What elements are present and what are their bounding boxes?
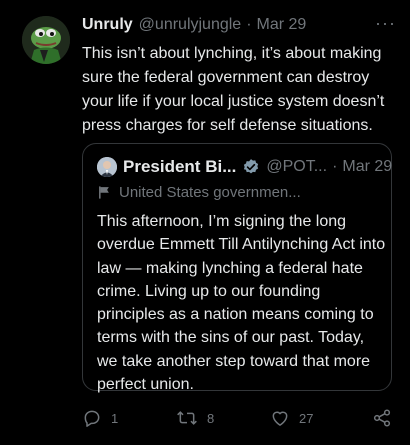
author-handle[interactable]: @unrulyjungle <box>139 16 242 34</box>
retweet-icon <box>177 411 197 425</box>
quoted-author-avatar <box>97 157 117 177</box>
flag-icon <box>99 185 109 199</box>
author-avatar[interactable] <box>22 16 70 64</box>
share-icon <box>373 409 391 427</box>
tweet-header: Unruly @unrulyjungle · Mar 29 ··· <box>82 14 396 36</box>
government-account-label: United States governmen... <box>97 182 381 202</box>
quoted-tweet-text: This afternoon, I’m signing the long ove… <box>97 213 386 394</box>
header-separator: · <box>246 16 252 33</box>
like-icon <box>272 411 288 426</box>
tweet-date[interactable]: Mar 29 <box>257 16 307 34</box>
portrait-icon <box>97 157 117 177</box>
like-count: 27 <box>299 410 314 426</box>
like-button[interactable]: 27 <box>270 406 313 430</box>
retweet-button[interactable]: 8 <box>176 406 214 430</box>
quoted-author-handle[interactable]: @POT... <box>266 158 327 176</box>
reply-count: 1 <box>111 410 119 426</box>
quoted-tweet-card[interactable]: President Bi... @POT... · Mar 29 United … <box>82 143 392 393</box>
reply-icon <box>84 410 100 427</box>
pepe-avatar-image <box>22 16 70 64</box>
author-name[interactable]: Unruly <box>82 16 133 34</box>
verified-badge-icon <box>242 158 260 176</box>
quoted-tweet-header: President Bi... @POT... · Mar 29 <box>97 155 392 179</box>
account-label-text: United States governmen... <box>119 183 301 201</box>
retweet-count: 8 <box>207 410 215 426</box>
share-button[interactable] <box>372 406 401 430</box>
quoted-header-separator: · <box>332 158 338 175</box>
more-options-icon[interactable]: ··· <box>375 14 396 32</box>
tweet-text: This isn’t about lynching, it’s about ma… <box>82 45 385 134</box>
quoted-tweet-date[interactable]: Mar 29 <box>342 158 392 176</box>
tweet-actions: 1 8 27 <box>82 406 400 430</box>
reply-button[interactable]: 1 <box>82 406 118 430</box>
quoted-author-name[interactable]: President Bi... <box>123 157 236 177</box>
